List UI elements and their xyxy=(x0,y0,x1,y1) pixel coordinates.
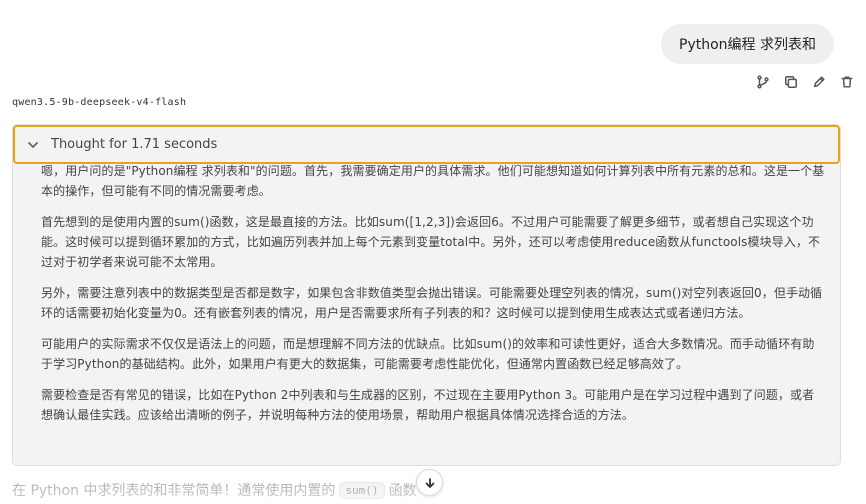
user-message-bubble: Python编程 求列表和 xyxy=(661,24,834,64)
chat-page: Python编程 求列表和 qwen3.5-9b-deepseek-v4-fla… xyxy=(0,0,866,504)
delete-button[interactable] xyxy=(837,72,856,91)
thought-paragraph: 首先想到的是使用内置的sum()函数，这是最直接的方法。比如sum([1,2,3… xyxy=(41,215,821,269)
answer-prefix: 在 Python 中求列表的和非常简单！通常使用内置的 xyxy=(12,483,336,499)
answer-suffix: 函数 xyxy=(388,483,417,499)
thought-paragraph: 需要检查是否有常见的错误，比如在Python 2中列表和与生成器的区别，不过现在… xyxy=(41,388,815,422)
thought-panel: Thought for 1.71 seconds 嗯，用户问的是"Python编… xyxy=(12,124,841,466)
edit-icon xyxy=(813,75,825,87)
user-message-text: Python编程 求列表和 xyxy=(679,37,816,53)
copy-button[interactable] xyxy=(781,72,800,91)
branch-button[interactable] xyxy=(753,72,772,91)
thought-paragraph: 嗯，用户问的是"Python编程 求列表和"的问题。首先，我需要确定用户的具体需… xyxy=(41,164,825,198)
trash-icon xyxy=(840,75,853,88)
thought-paragraph: 另外，需要注意列表中的数据类型是否都是数字，如果包含非数值类型会抛出错误。可能需… xyxy=(41,286,823,320)
inline-code: sum() xyxy=(339,481,385,499)
scroll-to-bottom-button[interactable] xyxy=(416,469,443,496)
arrow-down-icon xyxy=(425,477,434,488)
chevron-down-icon xyxy=(28,141,38,148)
answer-text: 在 Python 中求列表的和非常简单！通常使用内置的 sum() 函数 xyxy=(12,480,417,500)
thought-toggle[interactable]: Thought for 1.71 seconds xyxy=(13,125,840,164)
message-actions xyxy=(753,72,856,91)
thought-content: 嗯，用户问的是"Python编程 求列表和"的问题。首先，我需要确定用户的具体需… xyxy=(13,161,840,425)
thought-title: Thought for 1.71 seconds xyxy=(51,137,218,152)
edit-button[interactable] xyxy=(809,72,828,91)
thought-paragraph: 可能用户的实际需求不仅仅是语法上的问题，而是想理解不同方法的优缺点。比如sum(… xyxy=(41,337,815,371)
branch-icon xyxy=(756,74,769,89)
copy-icon xyxy=(784,75,797,88)
model-name: qwen3.5-9b-deepseek-v4-flash xyxy=(12,97,187,108)
